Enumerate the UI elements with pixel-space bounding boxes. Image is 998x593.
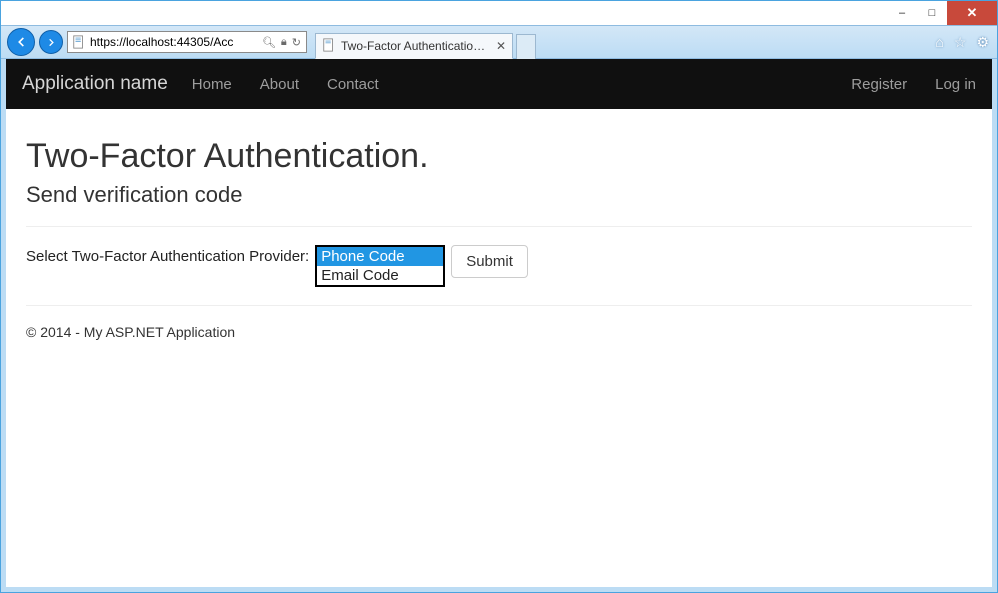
site-navbar: Application name Home About Contact Regi…	[6, 59, 992, 109]
nav-link-about[interactable]: About	[260, 76, 299, 93]
provider-label: Select Two-Factor Authentication Provide…	[26, 245, 309, 265]
page-subheading: Send verification code	[26, 182, 972, 208]
browser-window: – □ ✕ 🔍︎ 🔒︎ ↻ Two-Factor Authent	[0, 0, 998, 593]
window-close-button[interactable]: ✕	[947, 1, 997, 25]
home-icon[interactable]: ⌂	[935, 34, 943, 51]
page-viewport: Application name Home About Contact Regi…	[1, 59, 997, 592]
page-icon	[322, 38, 336, 55]
nav-link-register[interactable]: Register	[851, 76, 907, 93]
settings-gear-icon[interactable]: ⚙	[976, 34, 989, 51]
search-icon[interactable]: 🔍︎	[262, 36, 276, 49]
navbar-brand[interactable]: Application name	[22, 73, 168, 95]
browser-toolbar: 🔍︎ 🔒︎ ↻ Two-Factor Authentication ... ✕ …	[1, 25, 997, 59]
tab-title: Two-Factor Authentication ...	[341, 39, 491, 53]
back-button[interactable]	[7, 28, 35, 56]
window-maximize-button[interactable]: □	[917, 1, 947, 25]
nav-link-home[interactable]: Home	[192, 76, 232, 93]
browser-tab-active[interactable]: Two-Factor Authentication ... ✕	[315, 33, 513, 59]
window-titlebar: – □ ✕	[1, 1, 997, 25]
nav-link-login[interactable]: Log in	[935, 76, 976, 93]
provider-option-phone[interactable]: Phone Code	[317, 247, 443, 266]
divider	[26, 226, 972, 227]
divider	[26, 305, 972, 306]
favorites-icon[interactable]: ☆	[954, 34, 967, 51]
page-footer: © 2014 - My ASP.NET Application	[26, 324, 972, 340]
arrow-left-icon	[14, 35, 28, 49]
submit-button[interactable]: Submit	[451, 245, 528, 278]
page-heading: Two-Factor Authentication.	[26, 137, 972, 176]
nav-link-contact[interactable]: Contact	[327, 76, 379, 93]
arrow-right-icon	[46, 37, 57, 48]
new-tab-button[interactable]	[516, 34, 536, 59]
provider-select[interactable]: Phone Code Email Code	[315, 245, 445, 287]
provider-option-email[interactable]: Email Code	[317, 266, 443, 285]
tab-close-button[interactable]: ✕	[496, 39, 506, 53]
forward-button[interactable]	[39, 30, 63, 54]
page-icon	[71, 34, 87, 50]
address-bar-icons: 🔍︎ 🔒︎ ↻	[257, 36, 306, 49]
refresh-icon[interactable]: ↻	[292, 36, 301, 49]
provider-form-row: Select Two-Factor Authentication Provide…	[26, 245, 972, 287]
page-body: Two-Factor Authentication. Send verifica…	[6, 109, 992, 352]
url-input[interactable]	[90, 32, 257, 52]
window-minimize-button[interactable]: –	[887, 1, 917, 25]
address-bar[interactable]: 🔍︎ 🔒︎ ↻	[67, 31, 307, 53]
lock-icon[interactable]: 🔒︎	[281, 36, 287, 49]
toolbar-right-icons: ⌂ ☆ ⚙	[935, 34, 991, 51]
